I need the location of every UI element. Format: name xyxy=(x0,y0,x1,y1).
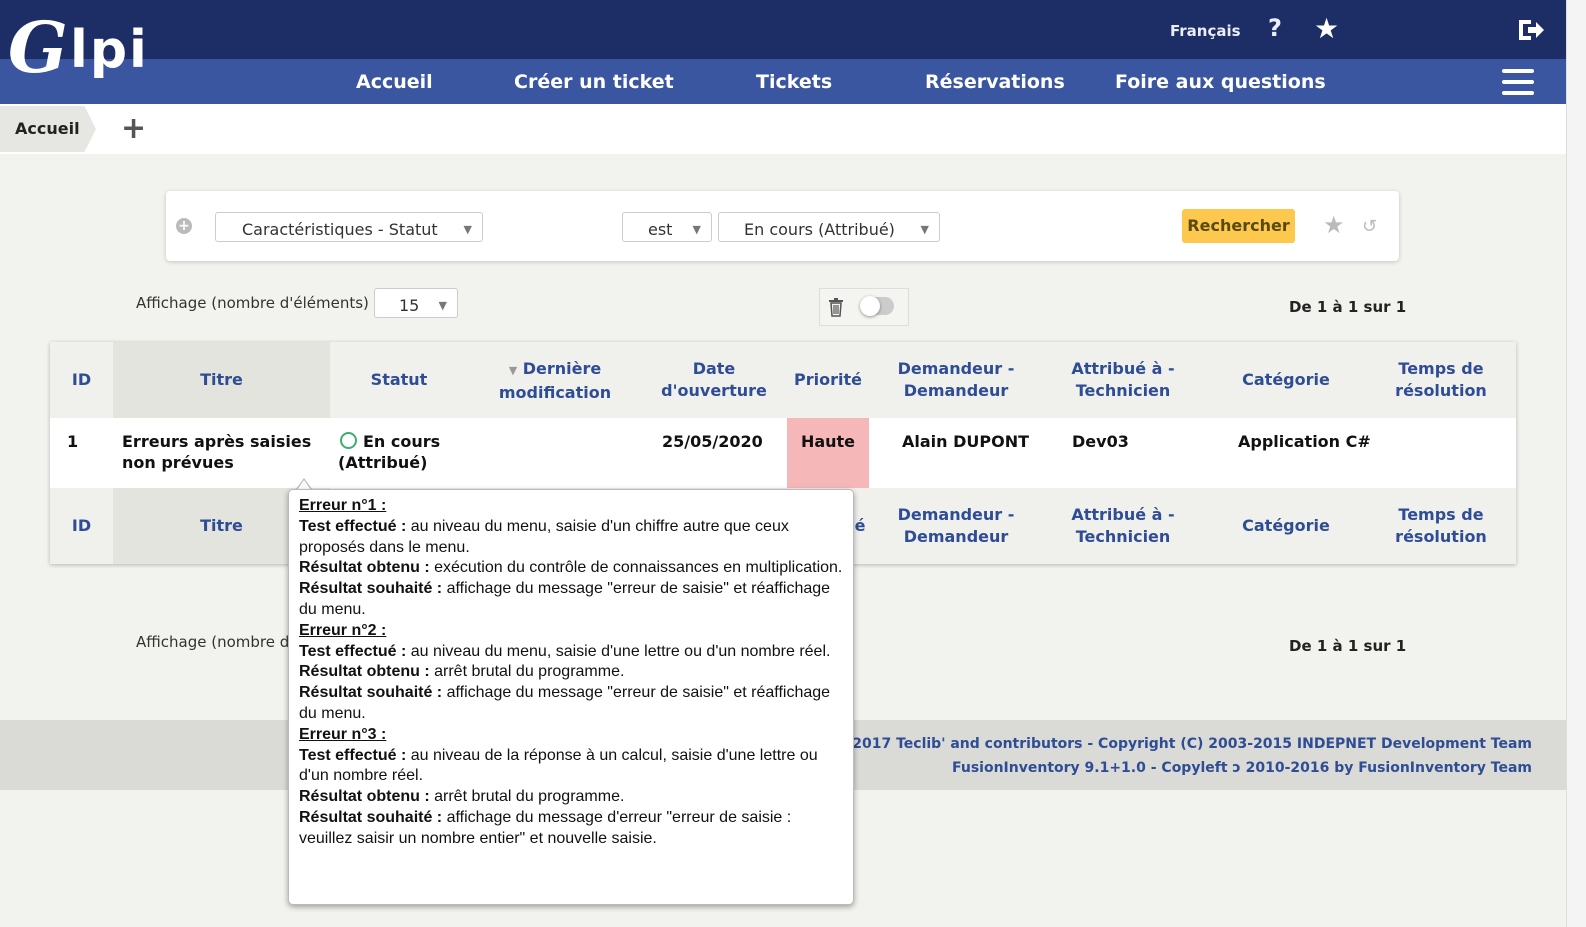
dropdown-arrow-icon: ▼ xyxy=(438,299,447,312)
star-icon[interactable]: ★ xyxy=(1314,12,1339,45)
nav-tickets[interactable]: Tickets xyxy=(756,71,832,93)
page-info-top: De 1 à 1 sur 1 xyxy=(1289,298,1407,316)
display-count-select[interactable]: 15 ▼ xyxy=(374,288,458,318)
col-temps-resolution[interactable]: Temps de résolution xyxy=(1376,358,1506,402)
trash-icon[interactable] xyxy=(828,297,844,317)
sort-desc-icon: ▼ xyxy=(508,364,518,377)
cell-date: 25/05/2020 xyxy=(662,432,763,451)
col-categorie[interactable]: Catégorie xyxy=(1218,369,1354,391)
cell-priorite: Haute xyxy=(800,432,856,451)
col-titre[interactable]: Titre xyxy=(113,369,330,391)
nav-faq[interactable]: Foire aux questions xyxy=(1115,71,1326,93)
error-block-3: Erreur n°3 : Test effectué : au niveau d… xyxy=(299,725,818,847)
search-button[interactable]: Rechercher xyxy=(1182,209,1295,243)
col-temps-resolution-bottom[interactable]: Temps de résolution xyxy=(1376,504,1506,548)
breadcrumb-home[interactable]: Accueil xyxy=(0,106,96,152)
criteria-field-select[interactable]: Caractéristiques - Statut ▼ xyxy=(215,212,483,242)
col-attribue[interactable]: Attribué à - Technicien xyxy=(1048,358,1198,402)
logout-icon[interactable] xyxy=(1515,16,1545,44)
cell-titre[interactable]: Erreurs après saisies non prévues xyxy=(122,431,322,473)
nav-accueil[interactable]: Accueil xyxy=(356,71,433,93)
massive-toggle[interactable] xyxy=(860,296,894,316)
footer-fusion[interactable]: FusionInventory 9.1+1.0 - Copyleft ↄ 201… xyxy=(952,760,1532,776)
operator-select[interactable]: est ▼ xyxy=(622,212,712,242)
add-criteria-icon[interactable]: + xyxy=(176,218,192,234)
scrollbar[interactable] xyxy=(1566,0,1586,927)
priority-cell xyxy=(787,418,869,488)
help-icon[interactable]: ? xyxy=(1268,14,1282,42)
cell-statut: En cours (Attribué) xyxy=(338,432,441,472)
col-id-bottom[interactable]: ID xyxy=(50,515,113,537)
dropdown-arrow-icon: ▼ xyxy=(692,223,701,236)
add-icon[interactable]: + xyxy=(121,111,146,146)
col-priorite[interactable]: Priorité xyxy=(787,369,869,391)
col-demandeur[interactable]: Demandeur - Demandeur xyxy=(880,358,1032,402)
reset-icon[interactable]: ↺ xyxy=(1362,216,1377,237)
col-id[interactable]: ID xyxy=(50,369,113,391)
nav-reservations[interactable]: Réservations xyxy=(925,71,1065,93)
cell-categorie: Application C# xyxy=(1238,432,1371,451)
col-demandeur-bottom[interactable]: Demandeur - Demandeur xyxy=(880,504,1032,548)
display-count-label-bottom: Affichage (nombre d xyxy=(136,633,290,651)
value-select[interactable]: En cours (Attribué) ▼ xyxy=(718,212,940,242)
ticket-content-tooltip: Erreur n°1 : Test effectué : au niveau d… xyxy=(288,489,854,905)
col-derniere-modification[interactable]: ▼ Dernière modification xyxy=(478,358,632,404)
cell-technicien[interactable]: Dev03 xyxy=(1072,431,1129,452)
col-categorie-bottom[interactable]: Catégorie xyxy=(1218,515,1354,537)
col-statut[interactable]: Statut xyxy=(330,369,468,391)
dropdown-arrow-icon: ▼ xyxy=(463,223,472,236)
massive-actions xyxy=(819,288,909,326)
language-selector[interactable]: Français xyxy=(1170,22,1241,40)
copyleft-icon: ↄ xyxy=(1232,760,1241,776)
col-date-ouverture[interactable]: Date d'ouverture xyxy=(650,358,778,402)
page-info-bottom: De 1 à 1 sur 1 xyxy=(1289,637,1407,655)
save-search-star-icon[interactable]: ★ xyxy=(1323,211,1345,239)
cell-id: 1 xyxy=(67,432,79,451)
glpi-logo[interactable]: Glpi xyxy=(8,6,148,94)
error-block-1: Erreur n°1 : Test effectué : au niveau d… xyxy=(299,497,843,618)
col-attribue-bottom[interactable]: Attribué à - Technicien xyxy=(1048,504,1198,548)
error-block-2: Erreur n°2 : Test effectué : au niveau d… xyxy=(299,621,831,722)
footer-copyright[interactable]: 2015-2017 Teclib' and contributors - Cop… xyxy=(807,736,1532,752)
breadcrumb-bar xyxy=(0,104,1566,154)
cell-demandeur[interactable]: Alain DUPONT xyxy=(902,431,1029,452)
display-count-label: Affichage (nombre d'éléments) xyxy=(136,294,369,312)
dropdown-arrow-icon: ▼ xyxy=(920,223,929,236)
nav-creer-ticket[interactable]: Créer un ticket xyxy=(514,71,674,93)
hamburger-icon[interactable] xyxy=(1502,69,1534,95)
